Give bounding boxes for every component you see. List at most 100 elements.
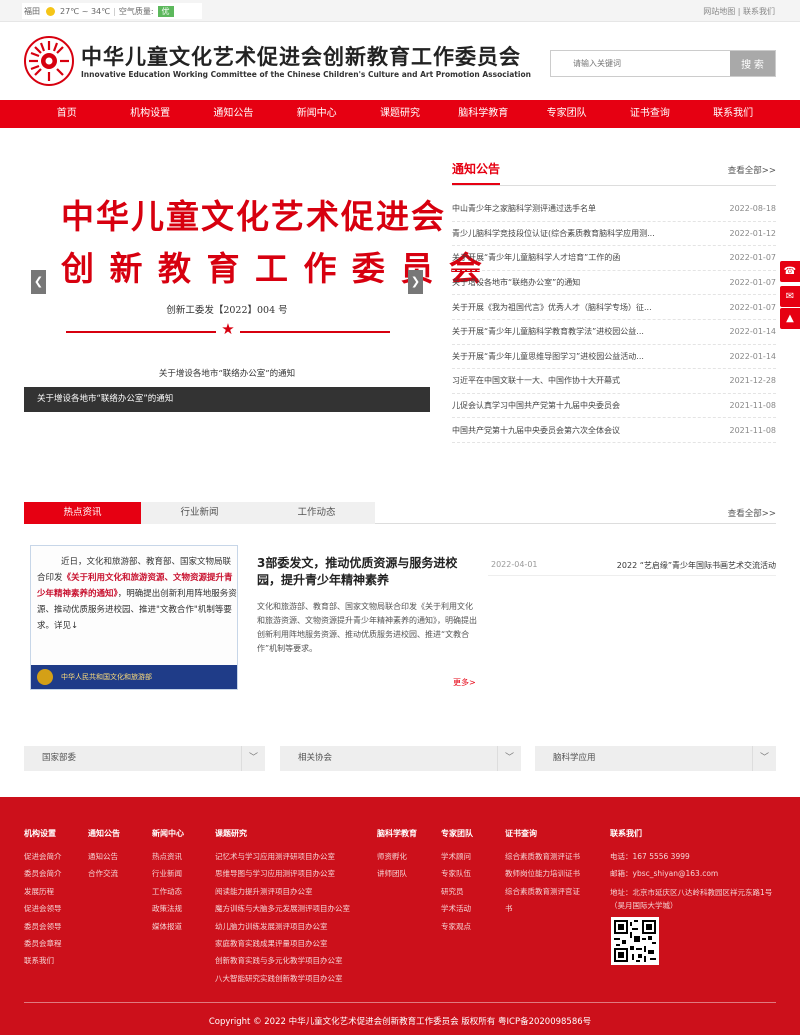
notice-item[interactable]: 中山青少年之家脑科学测评通过选手名单 2022-08-18: [452, 197, 776, 222]
footer-link[interactable]: 政策法规: [152, 900, 202, 917]
back-to-top-icon[interactable]: ▲: [780, 308, 800, 329]
footer-col-certificates: 证书查询 综合素质教育测评证书 教师岗位能力培训证书 综合素质教育测评官证书: [505, 828, 585, 918]
notice-item-date: 2021-11-08: [729, 425, 777, 435]
carousel-next-button[interactable]: ❯: [408, 270, 423, 294]
notice-item[interactable]: 中国共产党第十九届中央委员会第六次全体会议 2021-11-08: [452, 418, 776, 443]
notice-item[interactable]: 儿促会认真学习中国共产党第十九届中央委员会 2021-11-08: [452, 394, 776, 419]
footer-link[interactable]: 讲师团队: [377, 865, 417, 882]
nav-notices[interactable]: 通知公告: [192, 100, 275, 128]
main-nav: 首页 机构设置 通知公告 新闻中心 课题研究 脑科学教育 专家团队 证书查询 联…: [0, 100, 800, 128]
footer-link[interactable]: 专家观点: [441, 918, 491, 935]
footer-link[interactable]: 八大智能研究实践创新教学项目办公室: [215, 970, 355, 987]
notice-item[interactable]: 关于增设各地市“联络办公室”的通知 2022-01-07: [452, 271, 776, 296]
search-input[interactable]: [551, 51, 730, 76]
tab-industry-news[interactable]: 行业新闻: [141, 502, 258, 524]
footer-link[interactable]: 委员会简介: [24, 865, 79, 882]
footer-col-title[interactable]: 机构设置: [24, 828, 79, 839]
news-headline[interactable]: 3部委发文，推动优质资源与服务进校园，提升青少年精神素养: [257, 555, 477, 589]
news-more-link[interactable]: 查看全部>>: [728, 507, 776, 519]
contact-link[interactable]: 联系我们: [743, 7, 775, 16]
footer-link[interactable]: 联系我们: [24, 952, 79, 969]
carousel-prev-button[interactable]: ❮: [31, 270, 46, 294]
notice-item[interactable]: 关于开展“青少年儿童脑科学人才培育”工作的函 2022-01-07: [452, 246, 776, 271]
select-government-links[interactable]: 国家部委 ﹀: [24, 746, 265, 771]
notice-item-title[interactable]: 关于开展“青少年儿童脑科学人才培育”工作的函: [452, 252, 620, 263]
notice-panel: 通知公告 查看全部>> 中山青少年之家脑科学测评通过选手名单 2022-08-18…: [452, 155, 776, 443]
message-icon[interactable]: ✉: [780, 286, 800, 307]
notice-item-title[interactable]: 青少儿脑科学竞技段位认证(综合素质教育脑科学应用测...: [452, 228, 655, 239]
notice-item-title[interactable]: 关于开展“青少年儿童脑科学教育教学法”进校园公益...: [452, 326, 644, 337]
nav-news[interactable]: 新闻中心: [275, 100, 358, 128]
news-item-title[interactable]: 2022 “艺启缘”青少年国际书画艺术交流活动: [617, 560, 776, 571]
footer-link[interactable]: 阅读能力提升测评项目办公室: [215, 883, 355, 900]
nav-experts[interactable]: 专家团队: [525, 100, 608, 128]
notice-more-link[interactable]: 查看全部>>: [728, 164, 776, 176]
notice-item-title[interactable]: 儿促会认真学习中国共产党第十九届中央委员会: [452, 400, 620, 411]
footer-link[interactable]: 教师岗位能力培训证书: [505, 865, 585, 882]
notice-item-title[interactable]: 关于开展《我为祖国代言》优秀人才（脑科学专场）征...: [452, 302, 652, 313]
notice-item[interactable]: 青少儿脑科学竞技段位认证(综合素质教育脑科学应用测... 2022-01-12: [452, 222, 776, 247]
search-button[interactable]: 搜 索: [730, 51, 775, 76]
footer-link[interactable]: 发展历程: [24, 883, 79, 900]
nav-organization[interactable]: 机构设置: [108, 100, 191, 128]
footer-link[interactable]: 幼儿脑力训练发展测评项目办公室: [215, 918, 355, 935]
notice-item-title[interactable]: 关于增设各地市“联络办公室”的通知: [452, 277, 580, 288]
nav-contact[interactable]: 联系我们: [692, 100, 775, 128]
logo-icon[interactable]: [24, 36, 74, 86]
national-emblem-icon: [37, 669, 53, 685]
nav-home[interactable]: 首页: [25, 100, 108, 128]
footer-col-title[interactable]: 新闻中心: [152, 828, 202, 839]
select-association-links[interactable]: 相关协会 ﹀: [280, 746, 521, 771]
footer-link[interactable]: 热点资讯: [152, 848, 202, 865]
phone-icon[interactable]: ☎: [780, 261, 800, 282]
news-image[interactable]: 近日，文化和旅游部、教育部、国家文物局联合印发《关于利用文化和旅游资源、文物资源…: [30, 545, 238, 690]
banner-caption[interactable]: 关于增设各地市“联络办公室”的通知: [24, 387, 430, 412]
footer-col-title[interactable]: 联系我们: [610, 828, 780, 839]
footer-link[interactable]: 学术顾问: [441, 848, 491, 865]
footer-link[interactable]: 综合素质教育测评证书: [505, 848, 585, 865]
footer-link[interactable]: 思维导图与学习应用测评项目办公室: [215, 865, 355, 882]
notice-item[interactable]: 关于开展“青少年儿童脑科学教育教学法”进校园公益... 2022-01-14: [452, 320, 776, 345]
tab-work-updates[interactable]: 工作动态: [258, 502, 375, 524]
footer-link[interactable]: 通知公告: [88, 848, 138, 865]
footer-col-title[interactable]: 脑科学教育: [377, 828, 417, 839]
banner-carousel[interactable]: 中华儿童文化艺术促进会 创 新 教 育 工 作 委 员 会 创新工委发【2022…: [24, 142, 482, 412]
footer-link[interactable]: 媒体报道: [152, 918, 202, 935]
notice-item[interactable]: 习近平在中国文联十一大、中国作协十大开幕式 2021-12-28: [452, 369, 776, 394]
notice-item-title[interactable]: 关于开展“青少年儿童思维导图学习”进校园公益活动...: [452, 351, 644, 362]
news-list-item[interactable]: 2022-04-01 2022 “艺启缘”青少年国际书画艺术交流活动: [488, 558, 776, 576]
select-brain-science-links[interactable]: 脑科学应用 ﹀: [535, 746, 776, 771]
footer-link[interactable]: 创新教育实践与多元化教学项目办公室: [215, 952, 355, 969]
footer-link[interactable]: 促进会简介: [24, 848, 79, 865]
notice-item-title[interactable]: 习近平在中国文联十一大、中国作协十大开幕式: [452, 375, 620, 386]
news-read-more-link[interactable]: 更多>: [453, 677, 476, 688]
footer-link[interactable]: 魔方训练与大脑多元发展测评项目办公室: [215, 900, 355, 917]
footer-col-title[interactable]: 课题研究: [215, 828, 355, 839]
nav-research[interactable]: 课题研究: [358, 100, 441, 128]
sitemap-link[interactable]: 网站地图: [703, 7, 735, 16]
footer-link[interactable]: 研究员: [441, 883, 491, 900]
footer-link[interactable]: 专家队伍: [441, 865, 491, 882]
footer-link[interactable]: 记忆术与学习应用测评研项目办公室: [215, 848, 355, 865]
footer-link[interactable]: 行业新闻: [152, 865, 202, 882]
footer-link[interactable]: 家庭教育实践成果评量项目办公室: [215, 935, 355, 952]
tab-hot-news[interactable]: 热点资讯: [24, 502, 141, 524]
notice-item[interactable]: 关于开展“青少年儿童思维导图学习”进校园公益活动... 2022-01-14: [452, 345, 776, 370]
notice-item-title[interactable]: 中国共产党第十九届中央委员会第六次全体会议: [452, 425, 620, 436]
footer-link[interactable]: 促进会领导: [24, 900, 79, 917]
notice-item-title[interactable]: 中山青少年之家脑科学测评通过选手名单: [452, 203, 596, 214]
footer-link[interactable]: 委员会领导: [24, 918, 79, 935]
footer-col-title[interactable]: 专家团队: [441, 828, 491, 839]
footer-link[interactable]: 综合素质教育测评官证书: [505, 883, 585, 918]
nav-brain-science[interactable]: 脑科学教育: [442, 100, 525, 128]
footer-link[interactable]: 师资孵化: [377, 848, 417, 865]
footer-link[interactable]: 委员会章程: [24, 935, 79, 952]
footer-link[interactable]: 工作动态: [152, 883, 202, 900]
footer-link[interactable]: 合作交流: [88, 865, 138, 882]
nav-certificate[interactable]: 证书查询: [608, 100, 691, 128]
footer-link[interactable]: 学术活动: [441, 900, 491, 917]
footer-col-title[interactable]: 通知公告: [88, 828, 138, 839]
footer-col-title[interactable]: 证书查询: [505, 828, 585, 839]
notice-item[interactable]: 关于开展《我为祖国代言》优秀人才（脑科学专场）征... 2022-01-07: [452, 295, 776, 320]
footer-email: 邮箱：ybsc_shiyan@163.com: [610, 869, 719, 879]
